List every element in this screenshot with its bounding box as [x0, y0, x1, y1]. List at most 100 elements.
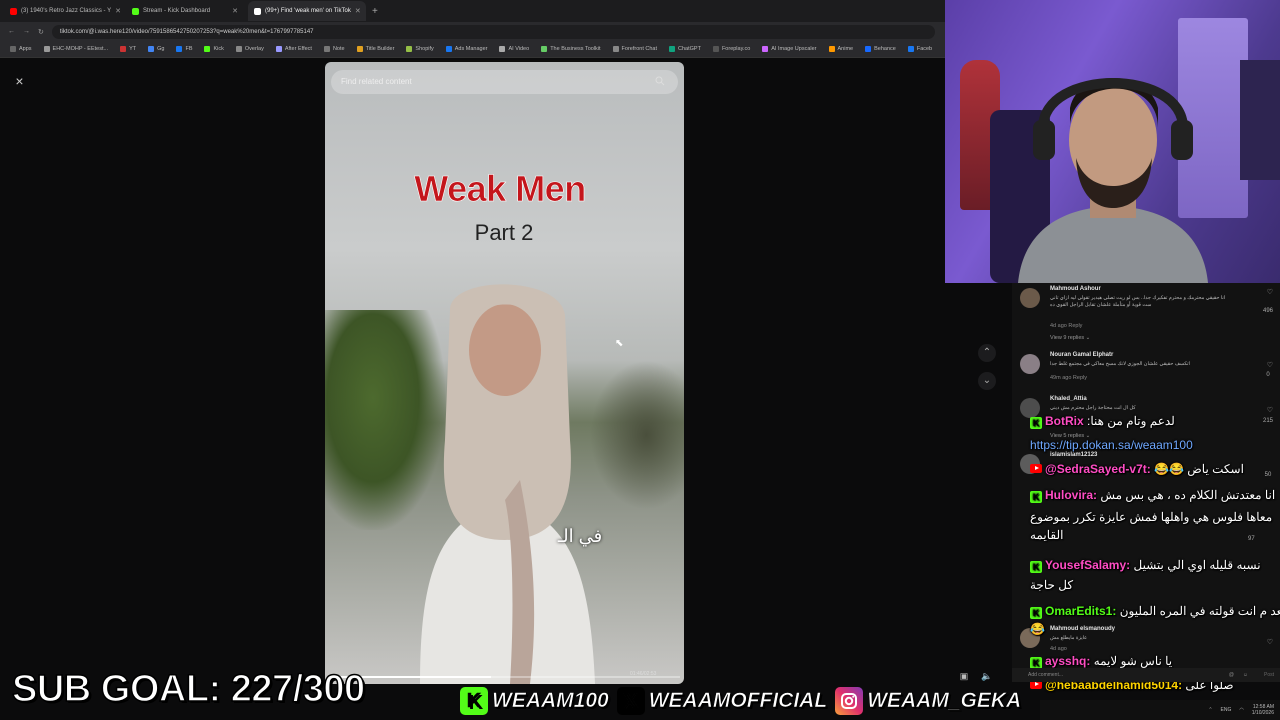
- previous-video-button[interactable]: ⌃: [978, 344, 996, 362]
- video-progress-bar[interactable]: [330, 676, 680, 678]
- search-icon[interactable]: [655, 76, 665, 86]
- comment-author[interactable]: Mahmoud Ashour: [1050, 286, 1101, 292]
- browser-tab-bar: (3) 1940's Retro Jazz Classics - Y ✕ Str…: [0, 0, 945, 22]
- miniplayer-icon[interactable]: ▣: [958, 670, 970, 682]
- bookmark-item[interactable]: AI Image Upscaler: [762, 46, 817, 52]
- forward-icon[interactable]: →: [23, 28, 30, 35]
- shopify-icon: [406, 46, 413, 52]
- url-field[interactable]: tiktok.com/@i.was.here120/video/75915865…: [51, 24, 935, 39]
- chat-icon: [612, 46, 619, 52]
- bookmark-item[interactable]: ChatGPT: [669, 46, 701, 52]
- kick-badge-icon: K: [1030, 491, 1042, 503]
- comment-input[interactable]: Add comment... Post ☺ @: [1012, 668, 1280, 682]
- instagram-handle: WEAAM_GEKA: [867, 689, 1022, 713]
- chat-username: BotRix: [1045, 414, 1087, 428]
- chat-message: https://tip.dokan.sa/weaam100: [1030, 438, 1276, 452]
- comment-meta[interactable]: 4d ago Reply: [1050, 323, 1082, 329]
- system-tray: ⌃ ENG ◠ 12:58 AM 1/10/2026: [1040, 700, 1280, 720]
- video-timestamp: 01:46/02:53: [630, 671, 657, 677]
- kick-icon: [204, 46, 211, 52]
- tab-title: (3) 1940's Retro Jazz Classics - Y: [21, 8, 112, 14]
- after-effects-icon: [275, 46, 282, 52]
- bookmark-item[interactable]: Title Builder: [356, 46, 394, 52]
- chat-text: بعد م انت قولته في المره المليون: [1119, 604, 1280, 618]
- avatar[interactable]: [1020, 288, 1040, 308]
- comment-meta[interactable]: 49m ago Reply: [1050, 375, 1087, 381]
- emoji-icon[interactable]: ☺: [1243, 668, 1248, 682]
- heart-icon[interactable]: ♡: [1267, 406, 1273, 414]
- chat-message: @SedraSayed-v7t: اسكت ياض 😂😂: [1030, 462, 1276, 476]
- youtube-icon: [10, 7, 17, 15]
- kick-badge-icon: K: [1030, 561, 1042, 573]
- bookmark-icon: [828, 46, 835, 52]
- chat-username: aysshq:: [1045, 654, 1094, 668]
- comment-item: Nouran Gamal Elphatr اتكسف حقيقي علشان ا…: [1020, 352, 1275, 392]
- bookmark-item[interactable]: Overlay: [235, 46, 264, 52]
- youtube-badge-icon: [1030, 464, 1042, 473]
- comment-author[interactable]: Nouran Gamal Elphatr: [1050, 352, 1113, 358]
- tab-kick-dashboard[interactable]: Stream - Kick Dashboard ✕: [126, 1, 244, 21]
- bookmark-item[interactable]: Anime: [828, 46, 853, 52]
- volume-icon[interactable]: 🔈: [981, 670, 993, 682]
- bookmark-item[interactable]: YT: [120, 46, 136, 52]
- bookmark-icon: [712, 46, 719, 52]
- tab-title: Stream - Kick Dashboard: [143, 8, 211, 14]
- chat-text: يا ناس شو لايمه: [1093, 654, 1173, 668]
- bookmark-item[interactable]: Kick: [204, 46, 224, 52]
- bookmark-item[interactable]: Apps: [10, 46, 32, 52]
- clock[interactable]: 12:58 AM 1/10/2026: [1252, 704, 1274, 716]
- mention-icon[interactable]: @: [1229, 668, 1234, 682]
- chat-username: @SedraSayed-v7t:: [1045, 462, 1155, 476]
- tab-youtube[interactable]: (3) 1940's Retro Jazz Classics - Y ✕: [4, 1, 122, 21]
- kick-badge-icon: K: [1030, 417, 1042, 429]
- stream-chat-overlay: K BotRix لدعم وتام من هنا: https://tip.dok…: [1030, 414, 1280, 698]
- bookmark-item[interactable]: Gg: [148, 46, 164, 52]
- chat-text: اسكت ياض 😂😂: [1154, 462, 1244, 476]
- comment-author[interactable]: Khaled_Attia: [1050, 396, 1087, 402]
- bookmark-item[interactable]: FB: [176, 46, 192, 52]
- chat-message: K OmarEdits1: بعد م انت قولته في المره ال…: [1030, 604, 1280, 619]
- bookmark-item[interactable]: Note: [323, 46, 345, 52]
- new-tab-button[interactable]: +: [372, 6, 378, 17]
- next-video-button[interactable]: ⌄: [978, 372, 996, 390]
- chat-link[interactable]: https://tip.dokan.sa/weaam100: [1030, 438, 1193, 452]
- back-icon[interactable]: ←: [8, 28, 15, 35]
- kick-handle: WEAAM100: [492, 689, 609, 713]
- bookmark-item[interactable]: Foreplay.co: [712, 46, 750, 52]
- bookmark-icon: [762, 46, 769, 52]
- webcam-background-shelf: [1240, 60, 1280, 180]
- avatar[interactable]: [1020, 354, 1040, 374]
- bookmark-icon: [235, 46, 242, 52]
- bookmark-item[interactable]: After Effect: [275, 46, 312, 52]
- close-tab-icon[interactable]: ✕: [232, 7, 238, 15]
- webcam-streamer: [1018, 78, 1208, 283]
- close-icon[interactable]: ×: [12, 74, 27, 89]
- language-indicator[interactable]: ENG: [1221, 707, 1232, 713]
- chat-message: 😂: [1030, 622, 1276, 636]
- bookmark-item[interactable]: Faceb: [907, 46, 932, 52]
- search-input[interactable]: Find related content: [331, 70, 678, 94]
- reload-icon[interactable]: ↻: [38, 28, 44, 36]
- tab-title: (99+) Find 'weak men' on TikTok: [265, 8, 351, 14]
- bookmark-item[interactable]: Behance: [865, 46, 896, 52]
- bookmark-item[interactable]: Forefront Chat: [612, 46, 657, 52]
- chat-text: كل حاجة: [1030, 578, 1074, 592]
- heart-icon[interactable]: ♡: [1267, 361, 1273, 369]
- wifi-icon[interactable]: ◠: [1239, 707, 1243, 713]
- post-button[interactable]: Post: [1264, 668, 1274, 682]
- chevron-up-icon[interactable]: ⌃: [1208, 707, 1212, 713]
- bookmark-item[interactable]: AI Video: [499, 46, 529, 52]
- close-tab-icon[interactable]: ✕: [355, 7, 361, 15]
- view-replies-button[interactable]: View 9 replies ⌄: [1050, 335, 1090, 341]
- bookmark-item[interactable]: EHC-MOHP - EEtest...: [43, 46, 108, 52]
- bookmark-item[interactable]: Shopify: [406, 46, 434, 52]
- note-icon: [323, 46, 330, 52]
- chat-message: القايمه: [1030, 528, 1276, 542]
- chat-username: YousefSalamy:: [1045, 558, 1134, 572]
- bookmark-item[interactable]: The Business Toolkit: [541, 46, 601, 52]
- close-tab-icon[interactable]: ✕: [115, 7, 121, 15]
- bookmark-item[interactable]: Ads Manager: [445, 46, 487, 52]
- heart-icon[interactable]: ♡: [1267, 288, 1273, 296]
- tab-tiktok[interactable]: (99+) Find 'weak men' on TikTok ✕: [248, 1, 366, 21]
- comment-text: كل ال انت محتاجة راجل محترم مش ديني: [1050, 405, 1136, 411]
